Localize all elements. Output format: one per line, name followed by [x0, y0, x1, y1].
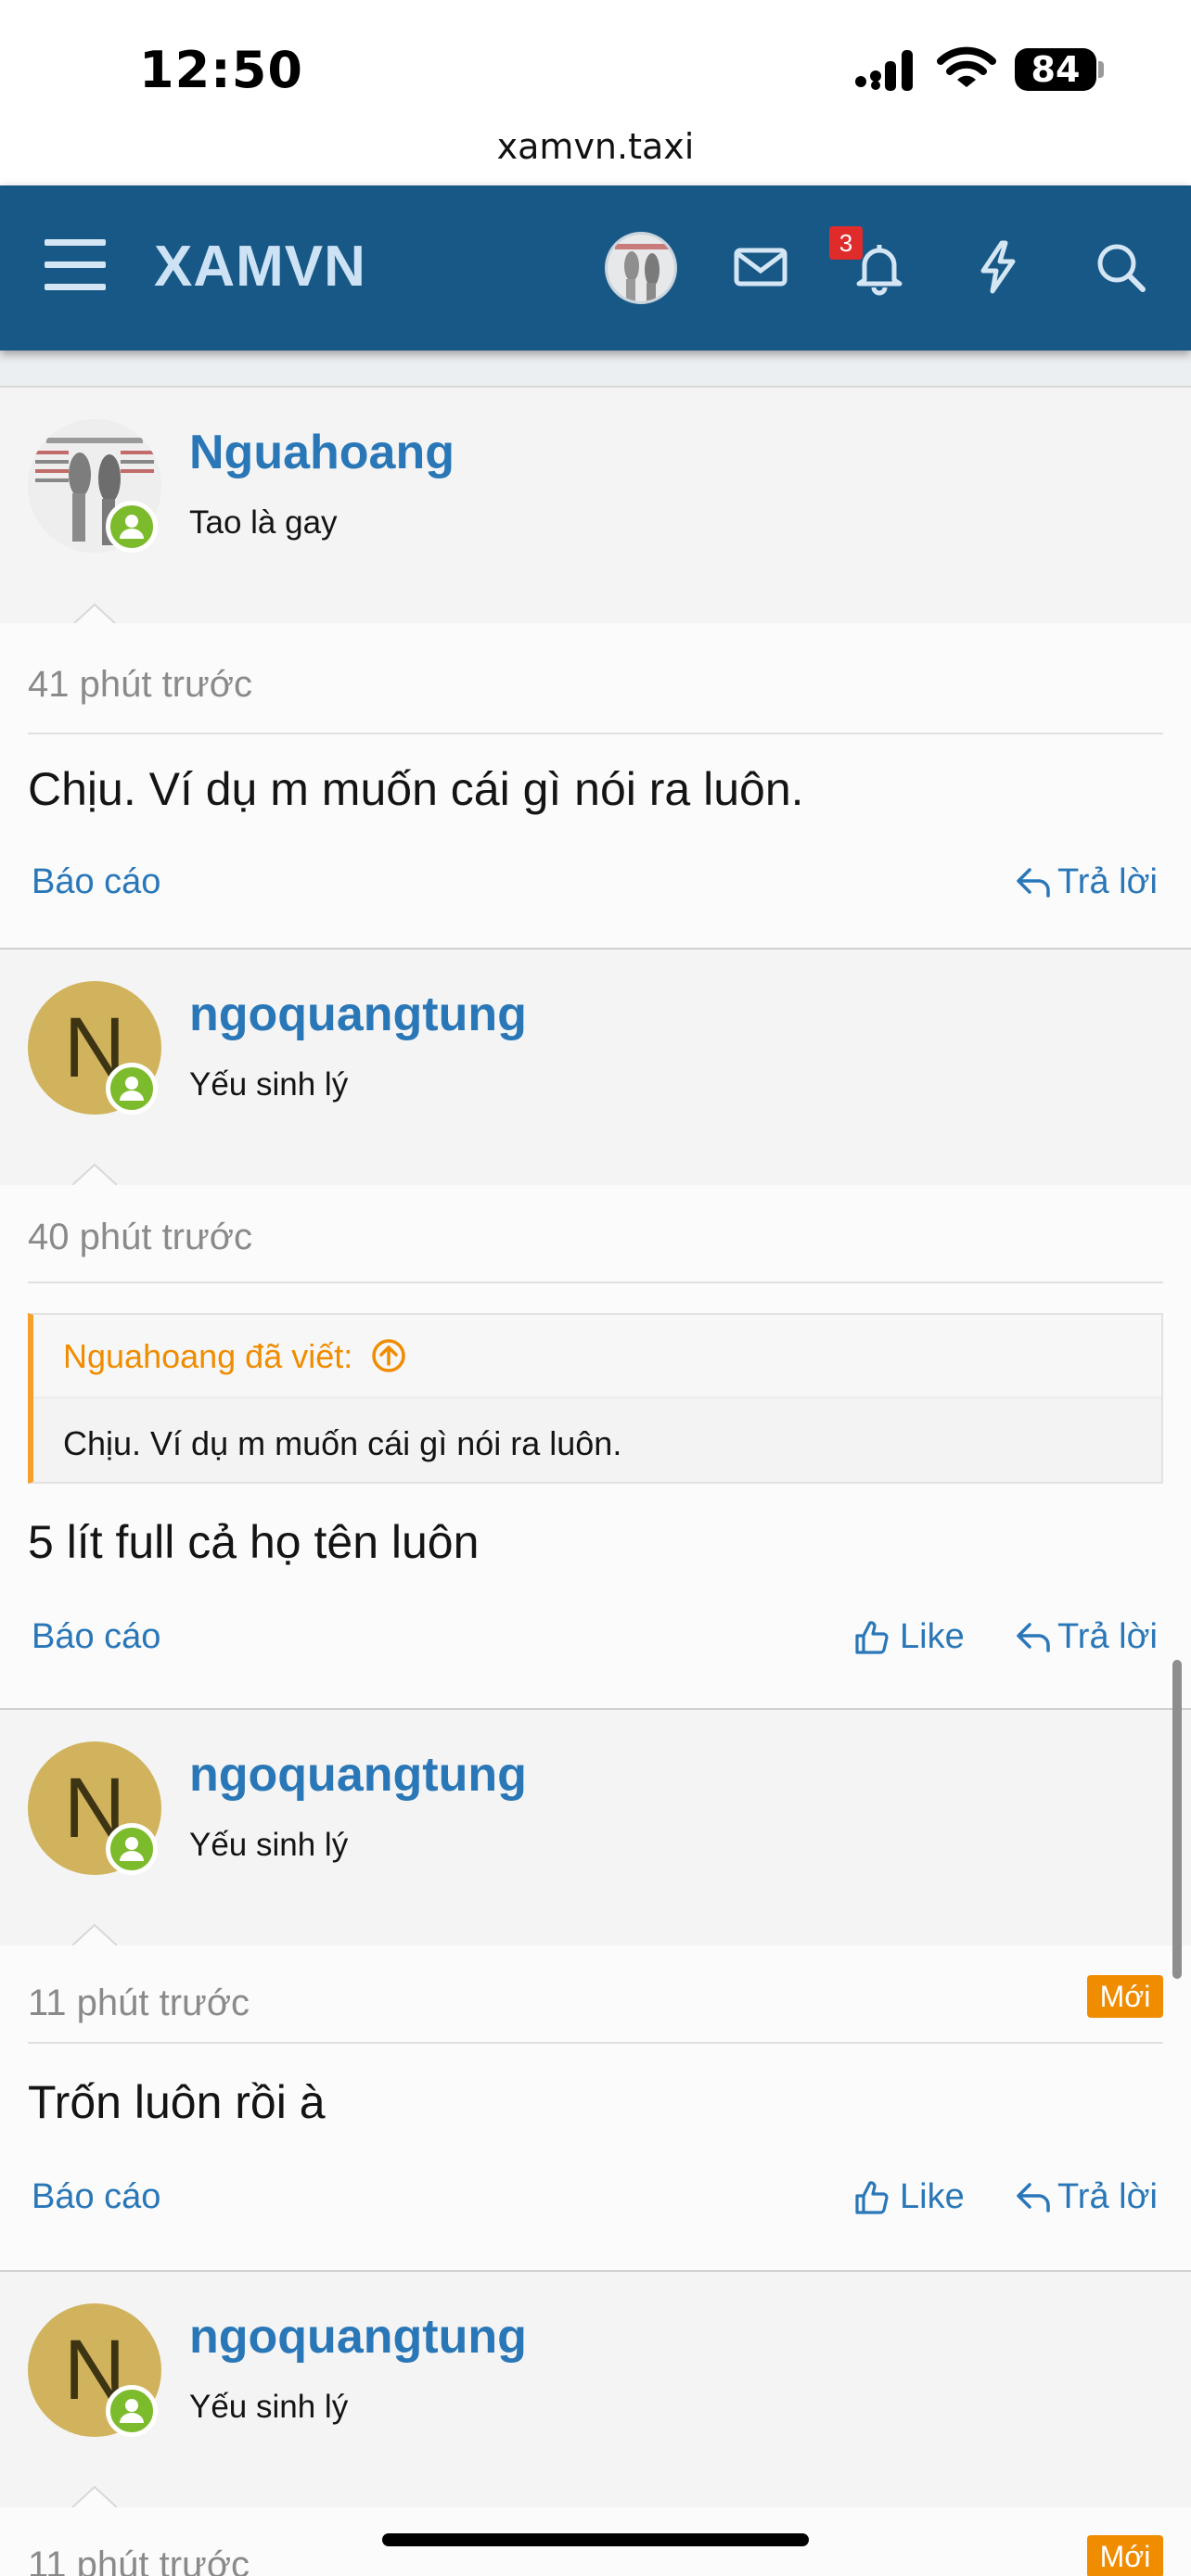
like-label: Like: [900, 1617, 965, 1656]
post-content: Trốn luôn rồi à: [28, 2076, 326, 2128]
caret-pointer: [72, 1163, 117, 1185]
post-user-block: Nguahoang Tao là gay: [0, 386, 1191, 623]
username[interactable]: Nguahoang: [189, 425, 455, 480]
caret-pointer: [72, 2485, 117, 2507]
scrollbar[interactable]: [1172, 1660, 1182, 1979]
post-time[interactable]: 40 phút trước: [28, 1217, 252, 1258]
post: N ngoquangtung Yếu sinh lý 11 phút trước…: [0, 1708, 1191, 2270]
like-label: Like: [900, 2177, 965, 2216]
online-status-icon: [106, 501, 158, 553]
new-badge: Mới: [1087, 1975, 1163, 2018]
report-link[interactable]: Báo cáo: [32, 1617, 160, 1657]
quote-text: Chịu. Ví dụ m muốn cái gì nói ra luôn.: [63, 1424, 622, 1462]
post-user-block: N ngoquangtung Yếu sinh lý: [0, 2270, 1191, 2507]
caret-pointer: [72, 603, 117, 625]
status-time: 12:50: [139, 41, 303, 99]
post-body: 11 phút trước Mới Trốn luôn rồi à Báo cá…: [0, 1945, 1191, 2270]
divider: [28, 2042, 1163, 2044]
search-icon[interactable]: [1091, 237, 1150, 297]
user-title: Tao là gay: [189, 504, 338, 541]
quote-author[interactable]: Nguahoang đã viết:: [63, 1337, 406, 1376]
post-user-block: N ngoquangtung Yếu sinh lý: [0, 948, 1191, 1185]
reply-icon: [1017, 868, 1050, 898]
site-logo[interactable]: XAMVN: [154, 234, 366, 300]
wifi-icon: [937, 46, 996, 87]
quote-author-label: Nguahoang đã viết:: [63, 1337, 353, 1375]
user-title: Yếu sinh lý: [189, 1066, 349, 1103]
site-header: XAMVN 3: [0, 185, 1191, 351]
inbox-icon[interactable]: [731, 237, 790, 297]
reply-label: Trả lời: [1057, 2177, 1158, 2216]
post-time[interactable]: 11 phút trước: [28, 2544, 250, 2576]
post-user-block: N ngoquangtung Yếu sinh lý: [0, 1708, 1191, 1945]
reply-icon: [1017, 2183, 1050, 2213]
post-content: 5 lít full cả họ tên luôn: [28, 1516, 480, 1568]
battery-indicator: 84: [1015, 48, 1096, 91]
arrow-up-circle-icon[interactable]: [371, 1338, 406, 1373]
username[interactable]: ngoquangtung: [189, 2309, 527, 2365]
thumbs-up-icon: [855, 1621, 889, 1654]
reply-icon: [1017, 1623, 1050, 1652]
report-link[interactable]: Báo cáo: [32, 862, 160, 902]
new-badge: Mới: [1087, 2535, 1163, 2576]
report-link[interactable]: Báo cáo: [32, 2177, 160, 2217]
online-status-icon: [106, 1063, 158, 1115]
cellular-signal-icon: [855, 50, 913, 91]
url-bar[interactable]: xamvn.taxi: [0, 119, 1191, 185]
post-body: 40 phút trước Nguahoang đã viết: Chịu. V…: [0, 1185, 1191, 1708]
thumbs-up-icon: [855, 2181, 889, 2214]
reply-label: Trả lời: [1057, 1617, 1158, 1656]
post-body: 41 phút trước Chịu. Ví dụ m muốn cái gì …: [0, 623, 1191, 948]
divider: [28, 1282, 1163, 1283]
quote-divider: [33, 1396, 1161, 1398]
post-time[interactable]: 11 phút trước: [28, 1983, 250, 2024]
account-avatar[interactable]: [605, 232, 677, 304]
divider: [28, 733, 1163, 734]
post: N ngoquangtung Yếu sinh lý 40 phút trước…: [0, 948, 1191, 1708]
caret-pointer: [72, 1923, 117, 1945]
notification-badge: 3: [829, 226, 863, 260]
battery-nub: [1098, 61, 1104, 78]
username[interactable]: ngoquangtung: [189, 987, 527, 1042]
user-title: Yếu sinh lý: [189, 1827, 349, 1863]
url-text[interactable]: xamvn.taxi: [0, 126, 1191, 167]
online-status-icon: [106, 1823, 158, 1875]
post-time[interactable]: 41 phút trước: [28, 664, 252, 706]
post: Nguahoang Tao là gay 41 phút trước Chịu.…: [0, 386, 1191, 948]
user-title: Yếu sinh lý: [189, 2389, 349, 2425]
home-indicator[interactable]: [382, 2533, 809, 2546]
post-content: Chịu. Ví dụ m muốn cái gì nói ra luôn.: [28, 763, 804, 815]
lightning-icon[interactable]: [968, 237, 1028, 297]
status-bar: 12:50 84: [0, 0, 1191, 119]
menu-icon[interactable]: [45, 239, 106, 293]
reply-label: Trả lời: [1057, 862, 1158, 901]
username[interactable]: ngoquangtung: [189, 1747, 527, 1803]
quote-block: Nguahoang đã viết: Chịu. Ví dụ m muốn cá…: [28, 1313, 1163, 1484]
post: N ngoquangtung Yếu sinh lý 11 phút trước…: [0, 2270, 1191, 2576]
online-status-icon: [106, 2385, 158, 2437]
